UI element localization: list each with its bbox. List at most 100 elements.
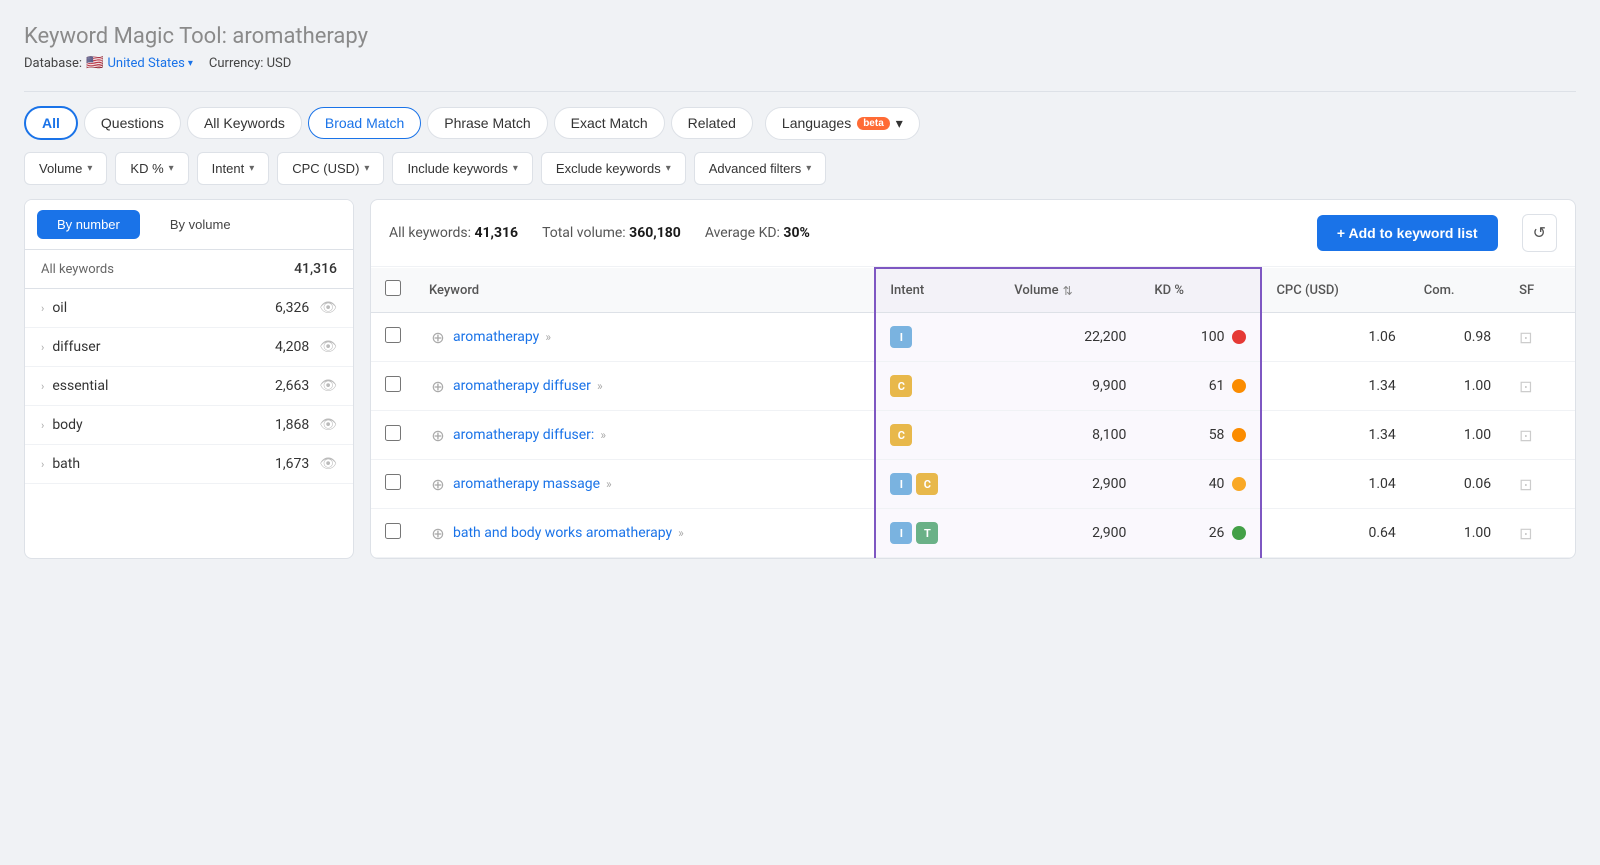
tab-exact-match[interactable]: Exact Match: [554, 107, 665, 139]
kd-filter[interactable]: KD % ▾: [115, 152, 188, 185]
us-flag-icon: 🇺🇸: [86, 55, 103, 71]
sf-cell[interactable]: ⊡: [1505, 460, 1575, 509]
keyword-link[interactable]: aromatherapy: [453, 329, 539, 345]
add-keyword-icon[interactable]: ⊕: [429, 426, 447, 445]
beta-badge: beta: [857, 117, 890, 130]
intent-badge-c: C: [890, 424, 912, 446]
cpc-chevron-icon: ▾: [364, 163, 369, 174]
sf-cell[interactable]: ⊡: [1505, 411, 1575, 460]
add-keyword-icon[interactable]: ⊕: [429, 328, 447, 347]
advanced-filters[interactable]: Advanced filters ▾: [694, 152, 827, 185]
page-header: Keyword Magic Tool: aromatherapy Databas…: [24, 24, 1576, 71]
table-row: ⊕ aromatherapy massage » I C: [371, 460, 1575, 509]
kd-value: 58: [1209, 427, 1225, 443]
database-link[interactable]: United States ▾: [108, 56, 193, 71]
sf-icon[interactable]: ⊡: [1519, 475, 1532, 494]
by-volume-button[interactable]: By volume: [150, 210, 251, 239]
volume-filter[interactable]: Volume ▾: [24, 152, 107, 185]
sidebar-keyword: diffuser: [52, 339, 100, 355]
sf-icon[interactable]: ⊡: [1519, 377, 1532, 396]
avg-kd-label: Average KD:: [705, 225, 780, 241]
tab-questions[interactable]: Questions: [84, 107, 181, 139]
sidebar-count: 1,868: [275, 417, 309, 433]
select-all-checkbox[interactable]: [385, 280, 401, 296]
intent-filter-label: Intent: [212, 161, 245, 176]
keyword-column-header: Keyword: [415, 268, 875, 313]
sf-icon[interactable]: ⊡: [1519, 426, 1532, 445]
kd-cell: 58: [1140, 411, 1261, 460]
volume-column-header[interactable]: Volume ⇅: [1000, 268, 1140, 313]
eye-icon[interactable]: 👁: [319, 300, 337, 316]
row-checkbox[interactable]: [385, 474, 401, 490]
eye-icon[interactable]: 👁: [319, 456, 337, 472]
volume-filter-label: Volume: [39, 161, 82, 176]
include-filter-label: Include keywords: [407, 161, 507, 176]
sf-icon[interactable]: ⊡: [1519, 328, 1532, 347]
tab-phrase-match[interactable]: Phrase Match: [427, 107, 547, 139]
sf-cell[interactable]: ⊡: [1505, 362, 1575, 411]
com-cell: 1.00: [1410, 509, 1505, 558]
sidebar-expand-icon: ›: [41, 458, 44, 471]
sf-icon[interactable]: ⊡: [1519, 524, 1532, 543]
intent-cell: I: [875, 313, 1000, 362]
intent-badge-i: I: [890, 522, 912, 544]
sidebar-expand-icon: ›: [41, 419, 44, 432]
sf-cell[interactable]: ⊡: [1505, 509, 1575, 558]
sidebar: By number By volume All keywords 41,316 …: [24, 199, 354, 559]
intent-filter[interactable]: Intent ▾: [197, 152, 270, 185]
sidebar-item-diffuser[interactable]: › diffuser 4,208 👁: [25, 328, 353, 367]
eye-icon[interactable]: 👁: [319, 339, 337, 355]
refresh-button[interactable]: ↺: [1522, 214, 1557, 252]
languages-button[interactable]: Languages beta ▾: [765, 107, 920, 140]
volume-value: 8,100: [1014, 427, 1126, 443]
eye-icon[interactable]: 👁: [319, 378, 337, 394]
add-keyword-icon[interactable]: ⊕: [429, 524, 447, 543]
add-to-keyword-list-button[interactable]: + Add to keyword list: [1317, 215, 1498, 251]
row-checkbox[interactable]: [385, 327, 401, 343]
tabs-row: All Questions All Keywords Broad Match P…: [24, 106, 1576, 140]
cpc-value: 1.34: [1276, 378, 1395, 394]
cpc-cell: 1.04: [1261, 460, 1409, 509]
all-keywords-label: All keywords:: [389, 225, 471, 241]
intent-badge-c: C: [890, 375, 912, 397]
tab-related[interactable]: Related: [671, 107, 753, 139]
com-cell: 1.00: [1410, 411, 1505, 460]
eye-icon[interactable]: 👁: [319, 417, 337, 433]
kd-cell: 40: [1140, 460, 1261, 509]
row-checkbox[interactable]: [385, 523, 401, 539]
tab-all-keywords[interactable]: All Keywords: [187, 107, 302, 139]
tab-broad-match[interactable]: Broad Match: [308, 107, 421, 139]
kd-filter-label: KD %: [130, 161, 163, 176]
cpc-filter[interactable]: CPC (USD) ▾: [277, 152, 384, 185]
keyword-link[interactable]: aromatherapy diffuser: [453, 378, 591, 394]
sidebar-keyword: oil: [52, 300, 67, 316]
tab-all[interactable]: All: [24, 106, 78, 140]
sf-cell[interactable]: ⊡: [1505, 313, 1575, 362]
include-keywords-filter[interactable]: Include keywords ▾: [392, 152, 532, 185]
intent-cell: C: [875, 411, 1000, 460]
exclude-keywords-filter[interactable]: Exclude keywords ▾: [541, 152, 686, 185]
search-keyword: aromatherapy: [232, 24, 368, 49]
sidebar-item-body[interactable]: › body 1,868 👁: [25, 406, 353, 445]
keyword-link[interactable]: aromatherapy massage: [453, 476, 600, 492]
add-keyword-icon[interactable]: ⊕: [429, 377, 447, 396]
intent-cell: I T: [875, 509, 1000, 558]
cpc-cell: 0.64: [1261, 509, 1409, 558]
row-checkbox[interactable]: [385, 425, 401, 441]
add-keyword-icon[interactable]: ⊕: [429, 475, 447, 494]
com-value: 1.00: [1424, 427, 1491, 443]
keyword-arrow-icon: »: [597, 379, 603, 393]
sidebar-item-oil[interactable]: › oil 6,326 👁: [25, 289, 353, 328]
com-value: 0.98: [1424, 329, 1491, 345]
keyword-link[interactable]: bath and body works aromatherapy: [453, 525, 672, 541]
sidebar-item-bath[interactable]: › bath 1,673 👁: [25, 445, 353, 484]
keywords-table: Keyword Intent Volume ⇅ KD % CPC (USD) C…: [371, 267, 1575, 558]
keyword-link[interactable]: aromatherapy diffuser:: [453, 427, 594, 443]
currency-label: Currency: USD: [209, 56, 291, 71]
by-number-button[interactable]: By number: [37, 210, 140, 239]
main-content: By number By volume All keywords 41,316 …: [24, 199, 1576, 559]
row-checkbox[interactable]: [385, 376, 401, 392]
table-stats-bar: All keywords: 41,316 Total volume: 360,1…: [371, 200, 1575, 267]
sidebar-header-count: 41,316: [294, 261, 337, 277]
sidebar-item-essential[interactable]: › essential 2,663 👁: [25, 367, 353, 406]
